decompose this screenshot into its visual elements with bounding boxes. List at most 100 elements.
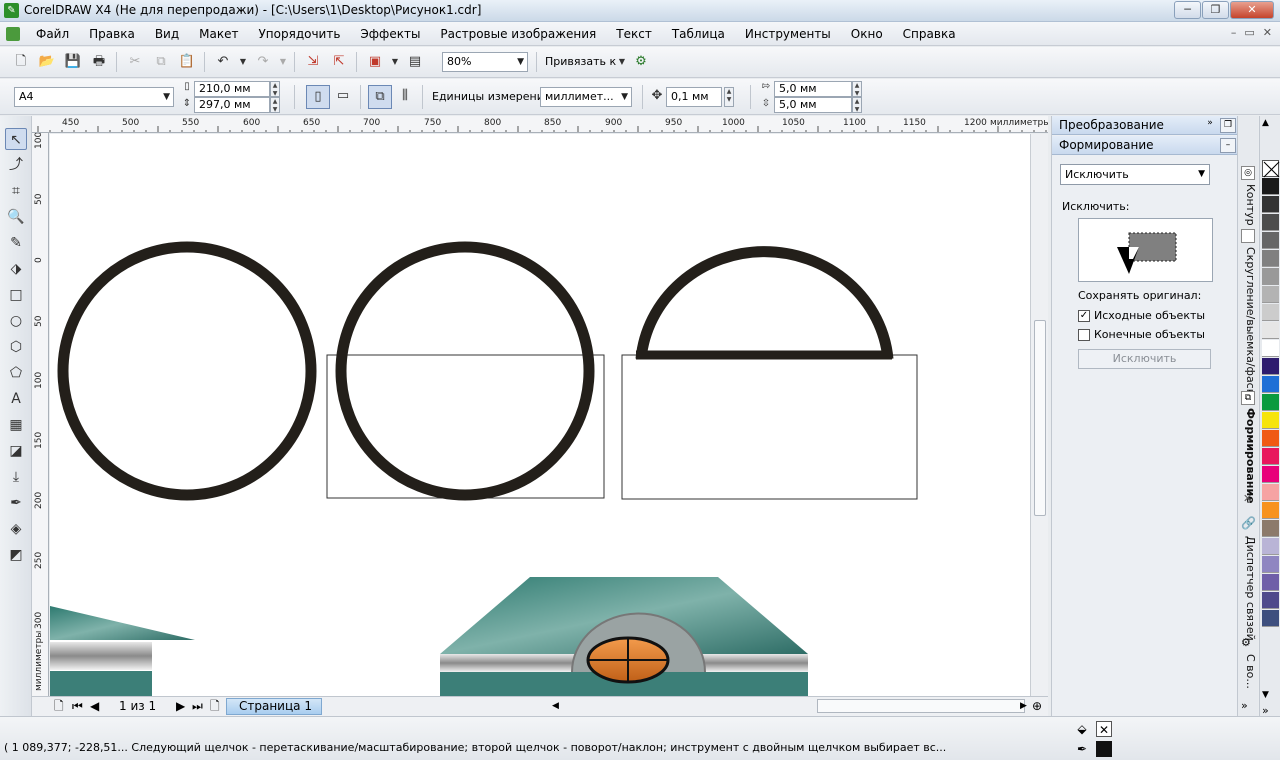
horizontal-ruler[interactable]: 450 500 550 600 650 700 750 800 850 900 … — [32, 116, 1048, 133]
color-swatch[interactable] — [1262, 232, 1279, 249]
welcome-screen-icon[interactable]: ▤ — [406, 53, 424, 71]
interactive-fill-tool-icon[interactable]: ◩ — [5, 544, 27, 566]
eyedropper-tool-icon[interactable]: ⤓ — [5, 466, 27, 488]
color-swatch[interactable] — [1262, 502, 1279, 519]
prev-page-icon[interactable]: ◀ — [90, 697, 99, 715]
crop-tool-icon[interactable]: ⌗ — [5, 180, 27, 202]
undo-icon[interactable]: ↶ — [214, 53, 232, 71]
duplicate-y-input[interactable]: 5,0 мм — [774, 97, 852, 113]
target-objects-checkbox[interactable] — [1078, 329, 1090, 341]
docker-minimize-icon[interactable]: – — [1220, 138, 1236, 153]
redo-dropdown-icon[interactable]: ▼ — [274, 53, 292, 71]
current-page-icon[interactable]: ⫼ — [396, 87, 414, 105]
height-spinner[interactable]: ▲ ▼ — [270, 97, 280, 113]
color-swatch[interactable] — [1262, 556, 1279, 573]
menu-tools[interactable]: Инструменты — [735, 26, 841, 42]
color-swatch[interactable] — [1262, 268, 1279, 285]
open-folder-icon[interactable]: 📂 — [38, 53, 56, 71]
fill-tool-icon[interactable]: ◈ — [5, 518, 27, 540]
menu-effects[interactable]: Эффекты — [350, 26, 430, 42]
new-document-icon[interactable]: 🗋 — [12, 53, 30, 71]
page-height-input[interactable]: 297,0 мм — [194, 97, 270, 113]
page-width-input[interactable]: 210,0 мм — [194, 81, 270, 97]
copy-icon[interactable]: ⧉ — [152, 53, 170, 71]
menu-file[interactable]: Файл — [26, 26, 79, 42]
units-combo[interactable]: миллимет... ▼ — [540, 87, 632, 107]
shaping-docker-header[interactable]: Формирование — [1052, 136, 1238, 155]
landscape-orientation-icon[interactable]: ▭ — [334, 87, 352, 105]
color-swatch[interactable] — [1262, 376, 1279, 393]
close-icon[interactable]: ✕ — [1243, 492, 1252, 505]
source-objects-checkbox[interactable]: ✓ — [1078, 310, 1090, 322]
zoom-tool-icon[interactable]: 🔍 — [5, 206, 27, 228]
color-swatch[interactable] — [1262, 538, 1279, 555]
smart-fill-tool-icon[interactable]: ⬗ — [5, 258, 27, 280]
color-swatch[interactable] — [1262, 286, 1279, 303]
paste-icon[interactable]: 📋 — [178, 53, 196, 71]
options-icon[interactable]: ⚙ — [632, 53, 650, 71]
menu-layout[interactable]: Макет — [189, 26, 248, 42]
table-tool-icon[interactable]: ▦ — [5, 414, 27, 436]
fill-none-icon[interactable]: ✕ — [1096, 721, 1112, 737]
properties-tab-icon[interactable]: ⚙ — [1241, 636, 1251, 649]
menu-window[interactable]: Окно — [841, 26, 893, 42]
redo-icon[interactable]: ↷ — [254, 53, 272, 71]
import-icon[interactable]: ⇲ — [304, 53, 322, 71]
color-swatch[interactable] — [1262, 448, 1279, 465]
outline-color-swatch[interactable] — [1096, 741, 1112, 757]
portrait-orientation-icon[interactable]: ▯ — [306, 85, 330, 109]
horizontal-scrollbar[interactable] — [817, 699, 1025, 713]
pick-tool-icon[interactable]: ↖ — [5, 128, 27, 150]
target-objects-row[interactable]: Конечные объекты — [1078, 328, 1205, 342]
doc-restore-button[interactable]: ▭ — [1244, 26, 1254, 39]
color-swatch[interactable] — [1262, 178, 1279, 195]
add-page-icon[interactable]: 🗋 — [54, 697, 64, 715]
docker-float-icon[interactable]: ❐ — [1220, 118, 1236, 133]
scroll-thumb[interactable] — [1034, 320, 1046, 516]
color-swatch[interactable] — [1262, 610, 1279, 627]
tab-link-manager[interactable]: Диспетчер связей — [1240, 536, 1257, 641]
restore-button[interactable]: ❐ — [1202, 1, 1229, 19]
fillet-tab-icon[interactable] — [1241, 229, 1255, 243]
undo-dropdown-icon[interactable]: ▼ — [234, 53, 252, 71]
menu-table[interactable]: Таблица — [662, 26, 735, 42]
width-spinner[interactable]: ▲ ▼ — [270, 81, 280, 97]
tab-properties[interactable]: С во... — [1240, 654, 1257, 689]
save-icon[interactable]: 💾 — [64, 53, 82, 71]
color-swatch[interactable] — [1262, 196, 1279, 213]
duplicate-x-spinner[interactable]: ▲ ▼ — [852, 81, 862, 97]
duplicate-x-input[interactable]: 5,0 мм — [774, 81, 852, 97]
outline-tool-icon[interactable]: ✒ — [5, 492, 27, 514]
snap-dropdown-icon[interactable]: ▼ — [613, 53, 631, 71]
color-swatch[interactable] — [1262, 394, 1279, 411]
shape-tool-icon[interactable]: ⤴ — [5, 154, 27, 176]
color-swatch[interactable] — [1262, 592, 1279, 609]
menu-text[interactable]: Текст — [606, 26, 662, 42]
apply-shaping-button[interactable]: Исключить — [1078, 349, 1211, 369]
shaping-tab-icon[interactable]: ⧉ — [1241, 391, 1255, 405]
launcher-dropdown-icon[interactable]: ▼ — [386, 53, 404, 71]
snap-to-label[interactable]: Привязать к — [545, 54, 616, 70]
minimize-button[interactable]: ─ — [1174, 1, 1201, 19]
tab-shaping[interactable]: Формирование — [1240, 408, 1257, 504]
color-swatch[interactable] — [1262, 466, 1279, 483]
application-launcher-icon[interactable]: ▣ — [366, 53, 384, 71]
color-swatch[interactable] — [1262, 412, 1279, 429]
navigator-icon[interactable]: ⊕ — [1032, 697, 1042, 715]
basic-shapes-tool-icon[interactable]: ⬠ — [5, 362, 27, 384]
scroll-left-icon[interactable]: ◀ — [552, 697, 559, 715]
doc-close-button[interactable]: ✕ — [1263, 26, 1272, 39]
color-swatch[interactable] — [1262, 520, 1279, 537]
next-page-icon[interactable]: ▶ — [176, 697, 185, 715]
zoom-level-combo[interactable]: 80% ▼ — [442, 52, 528, 72]
scroll-right-icon[interactable]: ▶ — [1020, 697, 1027, 715]
freehand-tool-icon[interactable]: ✎ — [5, 232, 27, 254]
last-page-icon[interactable]: ⏭ — [192, 697, 203, 715]
nudge-spinner[interactable]: ▲ ▼ — [724, 87, 734, 107]
drawing-canvas[interactable] — [50, 134, 1030, 696]
tab-fillet[interactable]: Скругление/выемка/фаска — [1240, 247, 1257, 402]
page-size-combo[interactable]: A4 ▼ — [14, 87, 174, 107]
color-swatch[interactable] — [1262, 484, 1279, 501]
menu-help[interactable]: Справка — [893, 26, 966, 42]
color-swatch[interactable] — [1262, 574, 1279, 591]
